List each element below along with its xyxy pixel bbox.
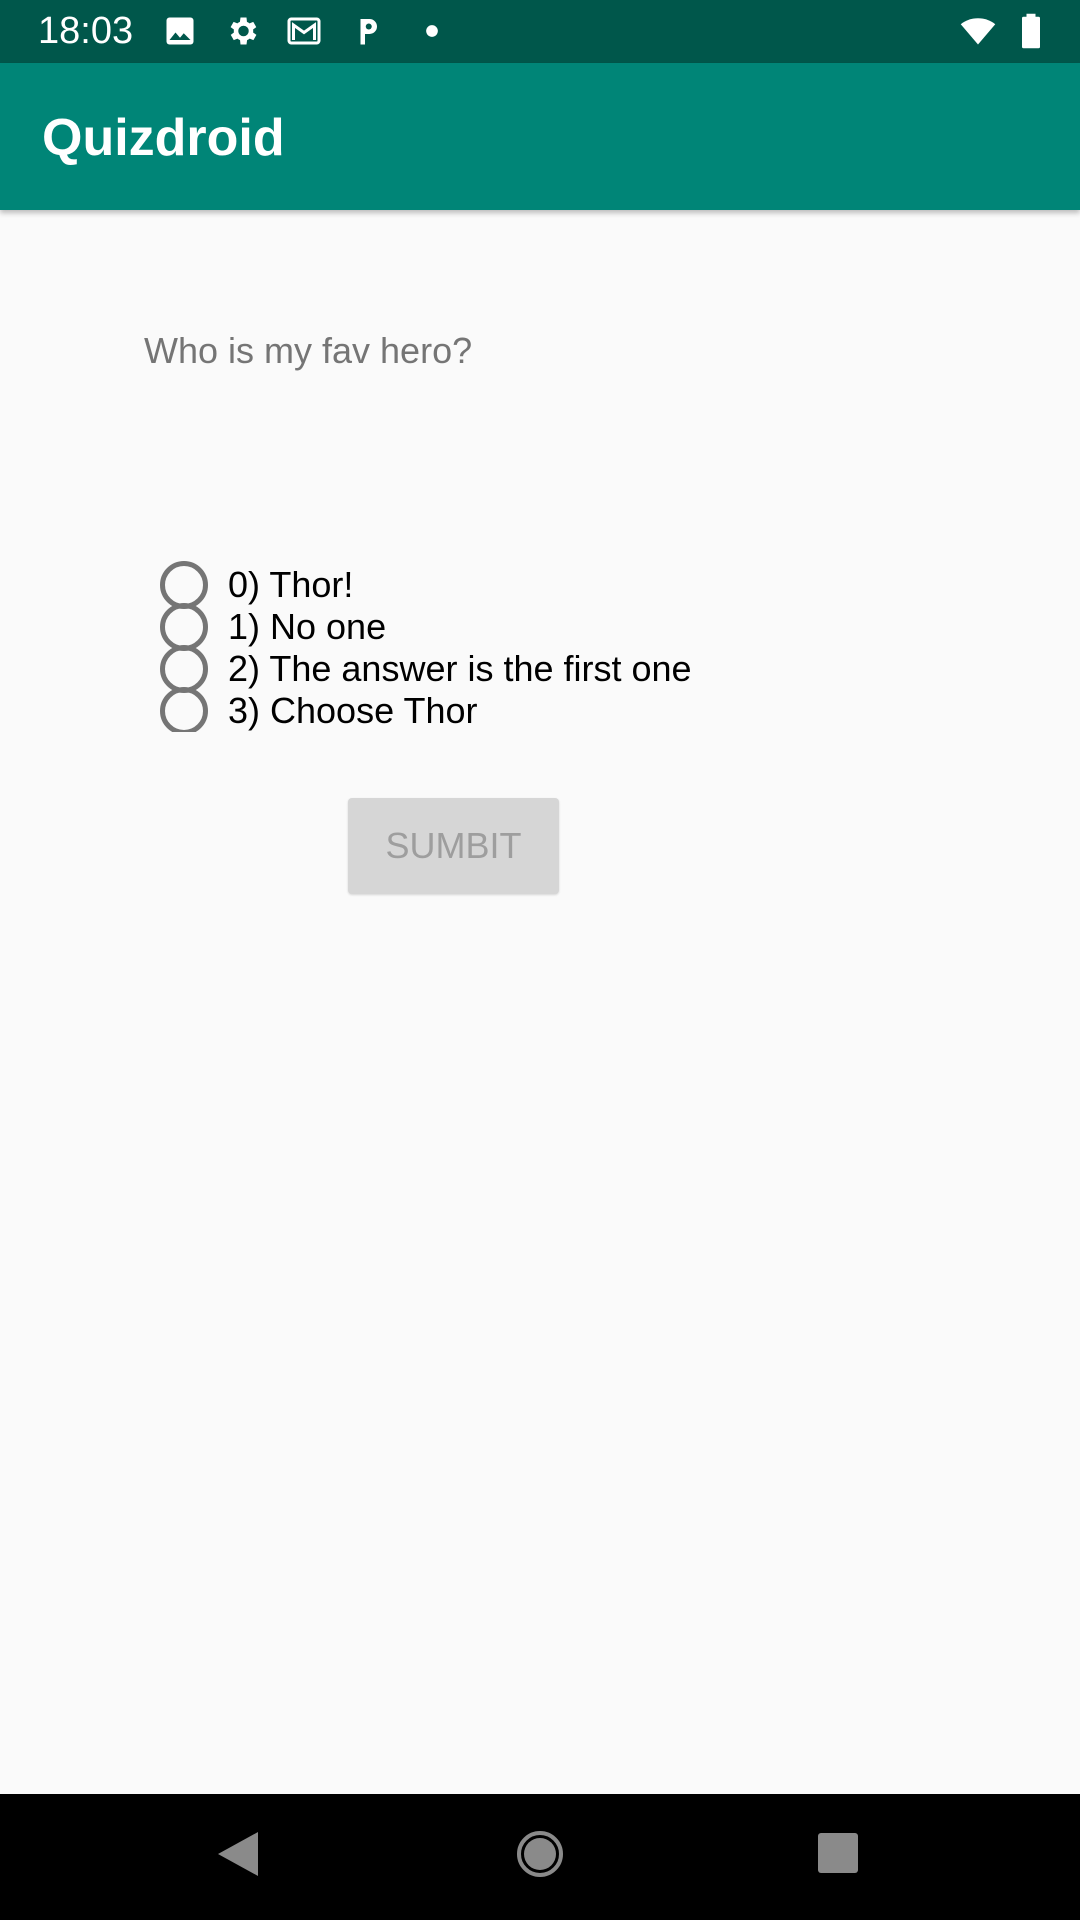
home-icon[interactable] — [515, 1829, 565, 1879]
answer-option-label: 1) No one — [228, 606, 387, 647]
radio-button-icon[interactable] — [160, 603, 208, 651]
wifi-icon — [956, 13, 1000, 49]
screen: 18:03 Quizdroid Who is my fav hero? 0) T… — [0, 0, 1080, 1920]
answer-option-3[interactable]: 3) Choose Thor — [158, 687, 858, 732]
navigation-bar — [0, 1794, 1080, 1920]
gear-icon — [224, 13, 260, 49]
parking-icon — [350, 13, 386, 49]
answer-option-0[interactable]: 0) Thor! — [158, 561, 858, 609]
answer-option-label: 3) Choose Thor — [228, 690, 478, 731]
submit-button[interactable]: SUMBIT — [348, 798, 559, 894]
app-title: Quizdroid — [42, 109, 285, 167]
radio-button-icon[interactable] — [160, 645, 208, 693]
radio-button-icon[interactable] — [160, 687, 208, 732]
question-text: Who is my fav hero? — [144, 330, 473, 371]
answer-option-1[interactable]: 1) No one — [158, 603, 858, 651]
gmail-icon — [286, 13, 322, 49]
answer-radio-group: 0) Thor! 1) No one 2) The answer is the … — [158, 560, 858, 732]
image-icon — [162, 13, 198, 49]
battery-icon — [1016, 13, 1046, 49]
status-time: 18:03 — [38, 10, 134, 52]
radio-button-icon[interactable] — [160, 561, 208, 609]
answer-option-label: 0) Thor! — [228, 564, 354, 605]
status-bar: 18:03 — [0, 0, 1080, 63]
recents-icon[interactable] — [817, 1832, 859, 1874]
answer-option-2[interactable]: 2) The answer is the first one — [158, 645, 858, 693]
answer-option-label: 2) The answer is the first one — [228, 648, 692, 689]
app-bar: Quizdroid — [0, 63, 1080, 210]
back-icon[interactable] — [216, 1830, 260, 1878]
dot-icon — [418, 13, 446, 49]
